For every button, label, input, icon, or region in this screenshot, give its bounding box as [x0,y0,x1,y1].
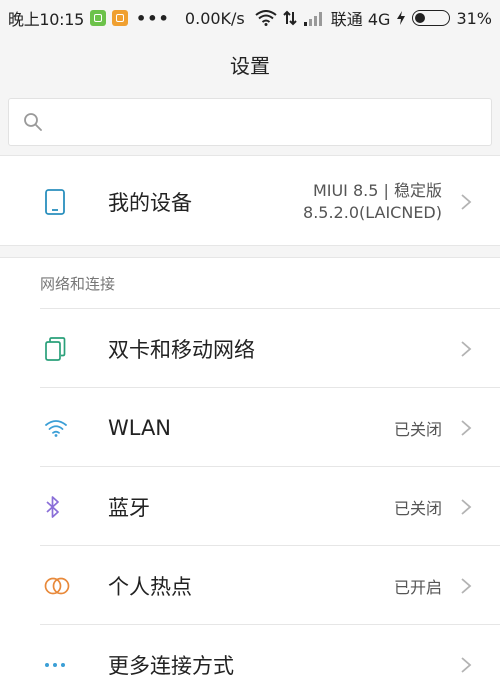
dual-sim-row[interactable]: 双卡和移动网络 [0,309,500,388]
network-speed: 0.00K/s [184,8,245,28]
signal-icon [303,12,322,26]
search-icon [24,113,42,131]
search-area [0,92,500,154]
hotspot-label: 个人热点 [108,574,192,599]
wifi-status-icon [255,10,277,26]
page-title: 设置 [230,53,270,78]
notification-app-icon [90,10,107,26]
chevron-right-icon [461,498,472,515]
wlan-row[interactable]: WLAN 已关闭 [0,388,500,467]
wlan-label: WLAN [108,415,172,440]
page-title-bar: 设置 [0,36,500,92]
chevron-right-icon [461,340,472,357]
search-input[interactable] [53,112,491,132]
dual-sim-label: 双卡和移动网络 [108,337,255,362]
wifi-icon [45,419,67,437]
battery-percent: 31% [456,8,492,28]
network-section: 网络和连接 双卡和移动网络 WLAN 已关闭 蓝牙 已关闭 个人热点 已开启 更… [0,257,500,675]
dual-sim-icon [45,336,66,361]
my-device-row[interactable]: 我的设备 MIUI 8.5 | 稳定版 8.5.2.0(LAICNED) [0,156,500,247]
carrier-label: 联通 4G [330,10,391,29]
more-connections-row[interactable]: 更多连接方式 [0,625,500,675]
chevron-right-icon [461,419,472,436]
device-card: 我的设备 MIUI 8.5 | 稳定版 8.5.2.0(LAICNED) [0,155,500,246]
chevron-right-icon [461,193,472,210]
more-notifications-icon: ••• [136,8,170,28]
battery-fill [415,13,426,23]
device-version-line1: MIUI 8.5 | 稳定版 [312,180,442,200]
hotspot-row[interactable]: 个人热点 已开启 [0,546,500,625]
more-connections-label: 更多连接方式 [108,653,234,675]
hotspot-icon [44,577,70,594]
status-bar: 晚上10:15 ••• 0.00K/s 联通 4G 31% [0,0,500,36]
wlan-status: 已关闭 [393,419,442,439]
charging-icon [397,11,406,25]
bluetooth-icon [46,495,59,518]
hotspot-status: 已开启 [393,577,442,597]
notification-app-icon-2 [112,10,129,26]
section-header-label: 网络和连接 [40,275,116,293]
section-header: 网络和连接 [0,258,500,309]
phone-icon [45,188,65,215]
device-version-line2: 8.5.2.0(LAICNED) [303,202,442,222]
search-box[interactable] [8,98,492,146]
status-time: 晚上10:15 [8,10,85,29]
bluetooth-row[interactable]: 蓝牙 已关闭 [0,467,500,546]
data-transfer-icon [283,10,297,26]
chevron-right-icon [461,656,472,673]
more-dots-icon [45,662,65,667]
chevron-right-icon [461,577,472,594]
battery-icon [412,10,451,26]
bluetooth-status: 已关闭 [393,498,442,518]
bluetooth-label: 蓝牙 [108,495,150,520]
my-device-label: 我的设备 [108,190,192,215]
device-version: MIUI 8.5 | 稳定版 8.5.2.0(LAICNED) [303,180,442,224]
